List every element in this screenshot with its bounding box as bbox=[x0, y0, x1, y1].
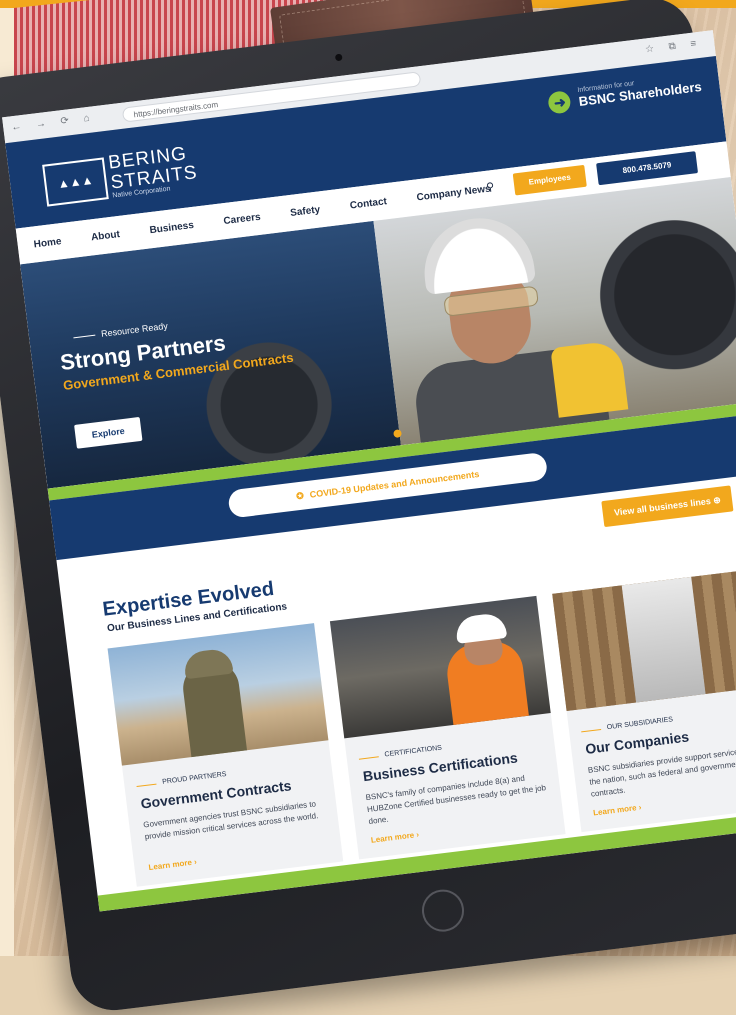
card-label: PROUD PARTNERS bbox=[161, 770, 227, 786]
search-icon[interactable]: ⚲ bbox=[485, 180, 495, 194]
card-label: CERTIFICATIONS bbox=[384, 744, 443, 759]
card-our-companies[interactable]: OUR SUBSIDIARIES Our Companies BSNC subs… bbox=[552, 568, 736, 833]
camera-icon bbox=[334, 53, 343, 62]
employees-button[interactable]: Employees bbox=[512, 164, 587, 196]
card-image-warehouse bbox=[552, 568, 736, 712]
card-business-certifications[interactable]: CERTIFICATIONS Business Certifications B… bbox=[329, 595, 566, 860]
view-all-business-lines-button[interactable]: View all business lines ⊕ bbox=[601, 485, 734, 528]
arrow-right-icon: ➜ bbox=[547, 90, 573, 115]
learn-more-link[interactable]: Learn more › bbox=[593, 803, 642, 818]
learn-more-link[interactable]: Learn more › bbox=[148, 857, 197, 872]
nav-item-about[interactable]: About bbox=[90, 228, 120, 242]
nav-item-business[interactable]: Business bbox=[149, 219, 194, 235]
browser-nav-icons[interactable]: ← → ⟳ ⌂ bbox=[11, 112, 96, 133]
shareholders-link[interactable]: ➜ Information for our BSNC Shareholders bbox=[547, 70, 703, 118]
nav-item-safety[interactable]: Safety bbox=[290, 204, 321, 219]
nav-item-home[interactable]: Home bbox=[33, 236, 62, 250]
bering-straits-logo[interactable]: ▲▲▲ BERING STRAITS Native Corporation bbox=[42, 137, 246, 207]
nav-item-company-news[interactable]: Company News bbox=[416, 183, 491, 203]
covid-icon: ✪ bbox=[295, 490, 305, 502]
card-image-worker bbox=[329, 595, 551, 739]
nav-item-contact[interactable]: Contact bbox=[349, 196, 387, 211]
card-image-soldier bbox=[107, 623, 329, 766]
worker-safety-vest bbox=[550, 339, 629, 418]
home-button[interactable] bbox=[419, 887, 467, 934]
tablet-device: ← → ⟳ ⌂ https://beringstraits.com ☆ ⧉ ≡ … bbox=[0, 0, 736, 1015]
warehouse-aisle bbox=[621, 576, 706, 703]
card-title: Our Companies bbox=[584, 728, 690, 757]
nav-item-careers[interactable]: Careers bbox=[223, 211, 261, 226]
logo-mark-icon: ▲▲▲ bbox=[42, 157, 109, 207]
hard-hat bbox=[418, 212, 537, 295]
learn-more-link[interactable]: Learn more › bbox=[370, 830, 419, 845]
browser-toolbar-icons[interactable]: ☆ ⧉ ≡ bbox=[644, 38, 702, 56]
card-label: OUR SUBSIDIARIES bbox=[606, 716, 674, 732]
phone-button[interactable]: 800.478.5079 bbox=[596, 151, 699, 186]
hero-image-worker bbox=[373, 177, 736, 457]
card-government-contracts[interactable]: PROUD PARTNERS Government Contracts Gove… bbox=[107, 623, 344, 887]
tablet-screen: ← → ⟳ ⌂ https://beringstraits.com ☆ ⧉ ≡ … bbox=[2, 30, 736, 912]
